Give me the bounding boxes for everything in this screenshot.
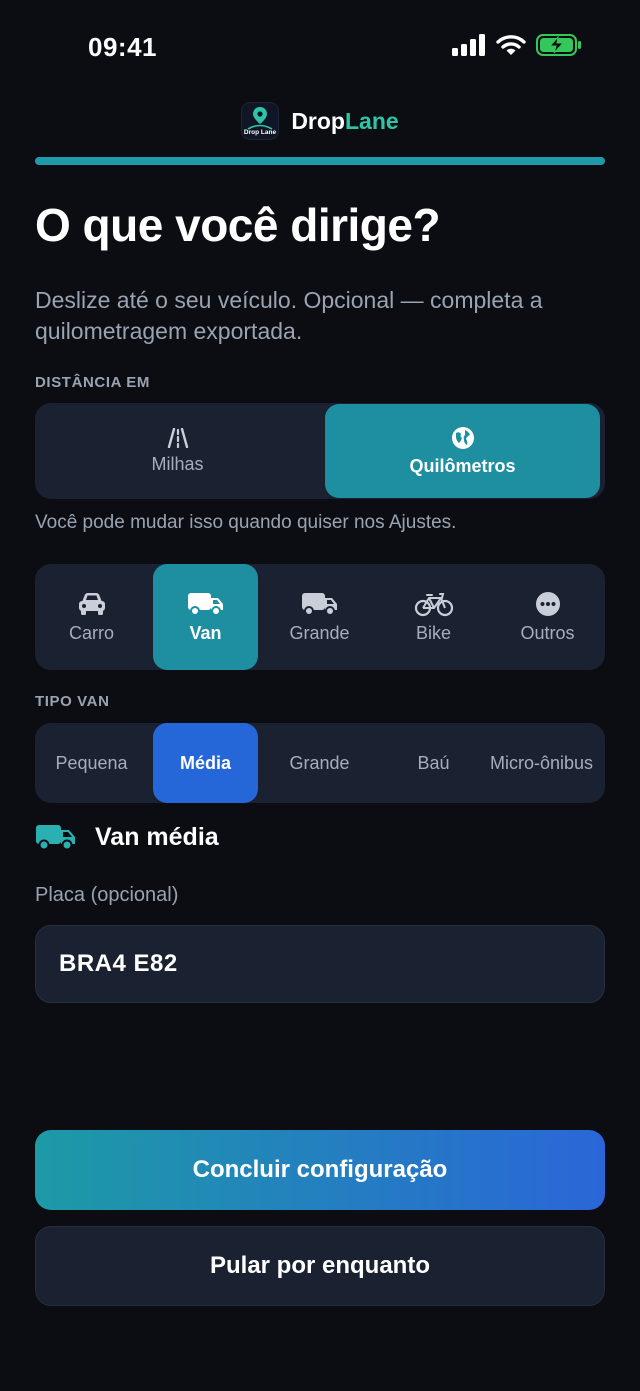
distance-option-label: Milhas: [151, 453, 204, 474]
status-bar: 09:41: [0, 0, 640, 96]
van-type-option-large[interactable]: Grande: [267, 723, 372, 803]
plate-field-label: Placa (opcional): [35, 884, 179, 906]
distance-option-miles[interactable]: Milhas: [35, 403, 320, 499]
brand-header: Drop Lane DropLane: [0, 102, 640, 140]
vehicle-option-label: Outros: [520, 622, 575, 643]
brand-name-main: Drop: [291, 107, 345, 134]
truck-icon: [301, 591, 339, 617]
status-icons: [452, 34, 582, 56]
brand-name: DropLane: [291, 108, 398, 135]
plate-input[interactable]: [35, 925, 605, 1003]
car-icon: [77, 591, 107, 617]
vehicle-option-label: Van: [189, 622, 222, 643]
globe-icon: [451, 426, 475, 450]
vehicle-option-label: Carro: [68, 622, 114, 643]
selected-vehicle-label: Van média: [95, 822, 219, 851]
van-type-selector: Pequena Média Grande Baú Micro-ônibus: [35, 723, 605, 803]
more-icon: [535, 591, 561, 617]
page-subtitle: Deslize até o seu veículo. Opcional — co…: [35, 287, 543, 344]
distance-section-label: DISTÂNCIA EM: [35, 374, 150, 391]
vehicle-option-truck[interactable]: Grande: [267, 564, 372, 670]
skip-button[interactable]: Pular por enquanto: [35, 1226, 605, 1306]
logo-wordmark: Drop Lane: [244, 129, 277, 136]
vehicle-option-other[interactable]: Outros: [495, 564, 600, 670]
vehicle-option-label: Grande: [289, 622, 350, 643]
van-type-option-box[interactable]: Baú: [381, 723, 486, 803]
vehicle-option-car[interactable]: Carro: [39, 564, 144, 670]
cellular-signal-icon: [452, 34, 486, 56]
finish-setup-button[interactable]: Concluir configuração: [35, 1130, 605, 1210]
van-type-section-label: TIPO VAN: [35, 693, 110, 710]
selected-vehicle-summary: Van média: [35, 822, 219, 852]
wifi-icon: [496, 34, 526, 56]
van-type-option-minibus[interactable]: Micro-ônibus: [490, 723, 605, 803]
onboarding-progress-bar: [35, 157, 605, 165]
distance-option-kilometers[interactable]: Quilômetros: [325, 404, 600, 498]
distance-hint: Você pode mudar isso quando quiser nos A…: [35, 512, 457, 533]
status-time: 09:41: [88, 32, 157, 62]
distance-unit-selector: Milhas Quilômetros: [35, 403, 605, 499]
van-icon: [35, 822, 77, 852]
battery-charging-icon: [536, 34, 582, 56]
van-type-option-medium[interactable]: Média: [153, 723, 258, 803]
vehicle-option-bike[interactable]: Bike: [381, 564, 486, 670]
vehicle-option-label: Bike: [415, 622, 451, 643]
page-title: O que você dirige?: [35, 199, 441, 251]
vehicle-option-van[interactable]: Van: [153, 564, 258, 670]
app-logo: Drop Lane: [241, 102, 280, 140]
road-icon: [161, 427, 195, 448]
brand-name-accent: Lane: [344, 107, 399, 134]
van-icon: [187, 591, 225, 617]
bicycle-icon: [414, 591, 454, 617]
distance-option-label: Quilômetros: [409, 455, 516, 476]
vehicle-selector: Carro Van Grande Bike Outros: [35, 564, 605, 670]
van-type-option-small[interactable]: Pequena: [39, 723, 144, 803]
